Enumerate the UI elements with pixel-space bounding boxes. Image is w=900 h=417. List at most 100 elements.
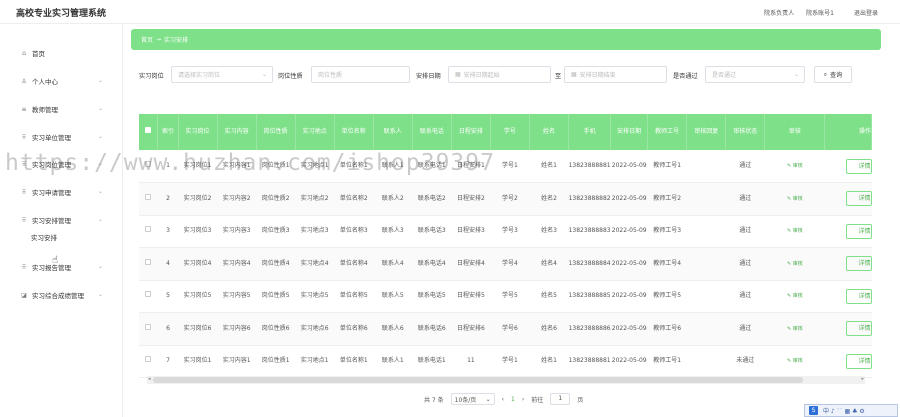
column-header: 操作 <box>824 114 872 150</box>
date-end-input[interactable]: ▦ 安排日期结束 <box>564 66 667 83</box>
sidebar-item[interactable]: ◪ 实习综合成绩管理 ⌄ <box>0 288 123 302</box>
table-cell: 实习地点5 <box>295 280 335 313</box>
table-row[interactable]: 7 实习岗位1 实习内容1 岗位性质1 实习地点1 单位名称1 联系人1 联系电话1 11 学号1… <box>139 345 872 378</box>
passed-select[interactable]: 是否通过 ⌄ <box>705 66 805 83</box>
detail-button[interactable]: 详情 <box>845 191 872 207</box>
table-cell: 通过 <box>725 150 765 183</box>
table-cell: 2022-05-09 <box>610 247 648 281</box>
goto-page-input[interactable]: 1 <box>550 393 571 405</box>
review-link[interactable]: ✎ 审核 <box>787 163 803 169</box>
table-cell: 学号6 <box>490 312 530 346</box>
table-cell: 实习内容6 <box>217 312 257 346</box>
column-header: 日程安排 <box>451 114 491 150</box>
table-row[interactable]: 4 实习岗位4 实习内容4 岗位性质4 实习地点4 单位名称4 联系人4 联系电话4 日程安排4… <box>139 247 872 281</box>
sidebar-item[interactable]: ≡ 教师管理 ⌄ <box>0 102 123 116</box>
horizontal-scrollbar[interactable]: ◂ ▸ <box>147 376 865 384</box>
detail-button[interactable]: 详情 <box>845 321 872 337</box>
current-page[interactable]: 1 <box>511 396 515 403</box>
sidebar-item[interactable]: ⠿ 实习安排管理 ⌄ <box>0 213 123 227</box>
table-cell: 联系电话6 <box>412 312 452 346</box>
action-cell: 详情 <box>824 280 872 313</box>
detail-button[interactable]: 详情 <box>845 158 872 174</box>
review-link[interactable]: ✎ 审核 <box>787 261 803 267</box>
table-cell: 单位名称5 <box>334 280 374 313</box>
table-cell: 通过 <box>725 312 765 346</box>
row-checkbox[interactable] <box>145 258 152 265</box>
sidebar-item[interactable]: ⌂ 首页 <box>0 46 123 60</box>
nature-input[interactable]: 岗位性质 <box>311 66 410 83</box>
ime-items[interactable]: 中 ♪ ˙˙ ▦ ♣ ⚙ <box>823 406 865 415</box>
select-all-checkbox[interactable] <box>145 127 152 133</box>
review-cell: ✎ 审核 <box>764 215 825 248</box>
review-label: 审核 <box>792 228 803 235</box>
detail-button[interactable]: 详情 <box>845 256 872 272</box>
row-checkbox[interactable] <box>145 356 152 363</box>
table-cell: 13823888885 <box>568 280 611 313</box>
table-cell: 学号3 <box>490 215 530 248</box>
chart-icon: ◪ <box>21 291 27 299</box>
row-checkbox[interactable] <box>145 291 152 298</box>
query-button-label: 查询 <box>830 72 843 79</box>
pagination-total: 共 7 条 <box>424 396 444 404</box>
username: 院系账号1 <box>806 10 834 17</box>
table-cell: 未通过 <box>725 345 765 378</box>
cursor-hand-icon: ☝ <box>52 255 59 266</box>
table-cell: 13823888881 <box>568 345 611 378</box>
row-checkbox[interactable] <box>145 226 152 233</box>
column-header: 姓名 <box>529 114 570 150</box>
column-header: 审核 <box>764 114 826 150</box>
sidebar-item[interactable]: ♙ 个人中心 ⌄ <box>0 74 123 88</box>
query-button[interactable]: ⌕ 查询 <box>814 66 852 83</box>
table-cell: 13823888886 <box>568 312 611 346</box>
scrollbar-thumb[interactable] <box>153 377 803 383</box>
table-row[interactable]: 5 实习岗位5 实习内容5 岗位性质5 实习地点5 单位名称5 联系人5 联系电话5 日程安排5… <box>139 280 872 313</box>
review-label: 审核 <box>792 163 803 169</box>
action-cell: 详情 <box>824 215 872 248</box>
review-label: 审核 <box>792 195 803 202</box>
sidebar-subitem-arrangement[interactable]: 实习安排 <box>31 232 57 242</box>
post-select[interactable]: 请选择实习岗位 ⌄ <box>171 66 273 83</box>
review-cell: ✎ 审核 <box>764 345 825 378</box>
review-link[interactable]: ✎ 审核 <box>787 228 803 234</box>
review-link[interactable]: ✎ 审核 <box>787 326 803 332</box>
sidebar-item-label: 实习申请管理 <box>32 189 71 197</box>
page-size-select[interactable]: 10条/页 ⌄ <box>450 393 495 405</box>
sidebar-item[interactable]: ⠿ 实习单位管理 ⌄ <box>0 130 123 144</box>
next-page-button[interactable]: › <box>522 396 524 403</box>
review-link[interactable]: ✎ 审核 <box>787 358 803 364</box>
detail-button[interactable]: 详情 <box>845 223 872 239</box>
date-start-input[interactable]: ▦ 安排日期起始 <box>448 66 551 83</box>
review-link[interactable]: ✎ 审核 <box>787 196 803 202</box>
logout-link[interactable]: 退出登录 <box>854 8 878 17</box>
scroll-left-icon[interactable]: ◂ <box>148 376 151 382</box>
review-cell: ✎ 审核 <box>764 312 825 346</box>
detail-button[interactable]: 详情 <box>845 288 872 304</box>
table-cell <box>686 182 726 216</box>
column-header: 联系电话 <box>412 114 452 150</box>
table-row[interactable]: 6 实习岗位6 实习内容6 岗位性质6 实习地点6 单位名称6 联系人6 联系电话6 日程安排6… <box>139 312 872 346</box>
scroll-right-icon[interactable]: ▸ <box>861 376 864 382</box>
table-row[interactable]: 3 实习岗位3 实习内容3 岗位性质3 实习地点3 单位名称3 联系人3 联系电话3 日程安排3… <box>139 215 872 248</box>
table-cell: 联系人1 <box>373 345 413 378</box>
detail-button[interactable]: 详情 <box>845 353 872 369</box>
table-header: 索引 实习岗位 实习内容 岗位性质 实习地点 单位名称 联系人 联系电话 日程安排 学号 姓名 手机安… <box>139 114 872 150</box>
ime-toolbar[interactable]: S 中 ♪ ˙˙ ▦ ♣ ⚙ <box>804 404 898 417</box>
row-checkbox[interactable] <box>145 193 152 200</box>
sidebar-item[interactable]: ⠿ 实习报告管理 ⌄ <box>0 260 123 274</box>
post-label: 实习岗位 <box>139 73 164 80</box>
breadcrumb-home[interactable]: 首页 <box>141 35 153 44</box>
chevron-down-icon: ⌄ <box>97 263 103 270</box>
column-header: 岗位性质 <box>256 114 296 150</box>
table-row[interactable]: 2 实习岗位2 实习内容2 岗位性质2 实习地点2 单位名称2 联系人2 联系电话2 日程安排2… <box>139 182 872 216</box>
row-checkbox[interactable] <box>145 323 152 330</box>
sidebar-item[interactable]: ⠿ 实习申请管理 ⌄ <box>0 185 123 199</box>
prev-page-button[interactable]: ‹ <box>502 396 504 403</box>
table-cell: 教师工号1 <box>647 345 687 378</box>
review-cell: ✎ 审核 <box>764 280 825 313</box>
action-cell: 详情 <box>824 312 872 346</box>
review-link[interactable]: ✎ 审核 <box>787 293 803 299</box>
table-cell: 学号2 <box>490 182 530 216</box>
user-area: 院系负责人 院系账号1 退出登录 <box>764 8 878 17</box>
table-cell: 日程安排5 <box>451 280 491 313</box>
breadcrumb-current: 实习安排 <box>164 37 189 44</box>
